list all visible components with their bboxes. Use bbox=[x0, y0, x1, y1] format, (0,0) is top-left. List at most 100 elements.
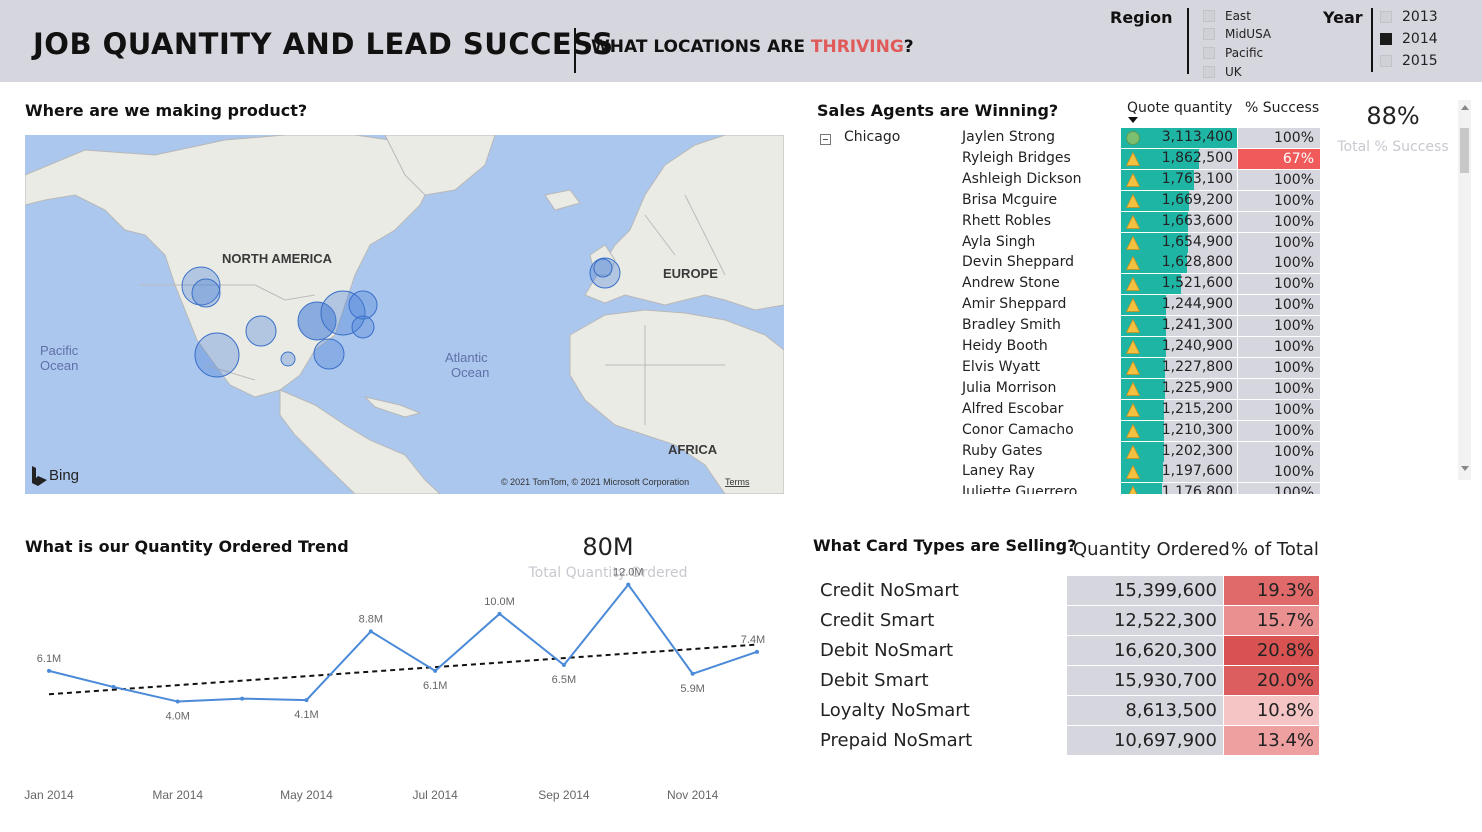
agent-row[interactable]: Elvis Wyatt 1,227,800 100% bbox=[817, 357, 1321, 379]
warning-triangle-icon bbox=[1126, 235, 1140, 250]
agent-row[interactable]: Andrew Stone 1,521,600 100% bbox=[817, 274, 1321, 295]
map-copyright: © 2021 TomTom, © 2021 Microsoft Corporat… bbox=[501, 477, 689, 487]
agent-row[interactable]: Rhett Robles 1,663,600 100% bbox=[817, 211, 1321, 233]
year-option-2014[interactable]: 2014 bbox=[1380, 31, 1438, 47]
data-point[interactable] bbox=[561, 663, 566, 667]
quote-bar: 1,862,500 bbox=[1121, 148, 1237, 169]
scroll-up-icon[interactable] bbox=[1461, 105, 1469, 110]
data-point[interactable] bbox=[497, 611, 502, 616]
agent-row[interactable]: Ashleigh Dickson 1,763,100 100% bbox=[817, 169, 1321, 191]
region-option-east[interactable]: East bbox=[1203, 9, 1251, 23]
data-point[interactable] bbox=[755, 649, 759, 654]
year-option-2013[interactable]: 2013 bbox=[1380, 9, 1438, 25]
agent-row[interactable]: Brisa Mcguire 1,669,200 100% bbox=[817, 190, 1321, 212]
card-type-row[interactable]: Debit Smart 15,930,700 20.0% bbox=[820, 666, 1320, 696]
map-terms-link[interactable]: Terms bbox=[725, 477, 750, 487]
quote-bar: 1,654,900 bbox=[1121, 232, 1237, 253]
checkbox-icon[interactable] bbox=[1203, 47, 1215, 59]
region-option-label: East bbox=[1225, 9, 1251, 23]
map-svg[interactable]: NORTH AMERICA EUROPE AFRICA Pacific Ocea… bbox=[25, 135, 784, 494]
quote-value: 1,176,800 bbox=[1161, 484, 1233, 494]
success-value: 100% bbox=[1238, 399, 1320, 420]
data-point[interactable] bbox=[433, 668, 438, 673]
card-type-row[interactable]: Loyalty NoSmart 8,613,500 10.8% bbox=[820, 696, 1320, 726]
warning-triangle-icon bbox=[1126, 151, 1140, 166]
agent-row[interactable]: Laney Ray 1,197,600 100% bbox=[817, 462, 1321, 483]
agents-matrix[interactable]: Chicago Jaylen Strong 3,113,400 100% Ryleig… bbox=[817, 128, 1321, 494]
data-point[interactable] bbox=[175, 699, 180, 704]
agent-row[interactable]: Ayla Singh 1,654,900 100% bbox=[817, 232, 1321, 254]
year-option-2015[interactable]: 2015 bbox=[1380, 53, 1438, 69]
page-subtitle: WHAT LOCATIONS ARE THRIVING? bbox=[591, 37, 914, 57]
region-option-label: Pacific bbox=[1225, 46, 1264, 60]
card-quantity: 12,522,300 bbox=[1067, 606, 1223, 635]
success-value: 100% bbox=[1238, 169, 1320, 190]
checkbox-icon[interactable] bbox=[1203, 28, 1215, 40]
trend-line-chart[interactable]: 6.1M 4.0M 4.1M 8.8M 6.1M 10.0M 6.5M 12.0M 5.9M 7.… bbox=[0, 560, 790, 820]
location-bubble[interactable] bbox=[280, 351, 296, 367]
agent-row[interactable]: Bradley Smith 1,241,300 100% bbox=[817, 316, 1321, 337]
agent-row[interactable]: Devin Sheppard 1,628,800 100% bbox=[817, 253, 1321, 274]
agent-row[interactable]: Amir Sheppard 1,244,900 100% bbox=[817, 295, 1321, 316]
subtitle-suffix: ? bbox=[903, 37, 914, 57]
scroll-down-icon[interactable] bbox=[1461, 466, 1469, 471]
checkbox-icon[interactable] bbox=[1203, 10, 1215, 22]
x-tick-label: May 2014 bbox=[280, 788, 333, 802]
checkbox-icon[interactable] bbox=[1203, 66, 1215, 78]
col-header-success[interactable]: % Success bbox=[1245, 100, 1319, 116]
card-type-row[interactable]: Prepaid NoSmart 10,697,900 13.4% bbox=[820, 726, 1320, 756]
cards-col-qty[interactable]: Quantity Ordered bbox=[1073, 539, 1230, 560]
region-option-uk[interactable]: UK bbox=[1203, 65, 1242, 79]
location-bubble[interactable] bbox=[313, 338, 345, 370]
data-label: 12.0M bbox=[613, 567, 644, 579]
location-bubble[interactable] bbox=[191, 278, 221, 308]
agent-name: Amir Sheppard bbox=[962, 296, 1067, 313]
map-visual[interactable]: NORTH AMERICA EUROPE AFRICA Pacific Ocea… bbox=[25, 135, 784, 494]
warning-triangle-icon bbox=[1126, 381, 1140, 396]
region-option-midusa[interactable]: MidUSA bbox=[1203, 27, 1271, 41]
agent-row[interactable]: Jaylen Strong 3,113,400 100% bbox=[817, 128, 1321, 149]
cards-col-pct[interactable]: % of Total bbox=[1231, 539, 1319, 560]
agent-row[interactable]: Julia Morrison 1,225,900 100% bbox=[817, 378, 1321, 400]
scroll-thumb[interactable] bbox=[1460, 128, 1469, 173]
card-type-name: Credit NoSmart bbox=[820, 580, 959, 601]
checkbox-icon[interactable] bbox=[1380, 55, 1392, 67]
agent-row[interactable]: Ryleigh Bridges 1,862,500 67% bbox=[817, 148, 1321, 170]
quote-value: 1,244,900 bbox=[1161, 296, 1233, 313]
agent-name: Jaylen Strong bbox=[962, 129, 1055, 145]
quote-bar: 1,227,800 bbox=[1121, 357, 1237, 378]
data-point[interactable] bbox=[368, 629, 373, 634]
agent-row[interactable]: Juliette Guerrero 1,176,800 100% bbox=[817, 483, 1321, 494]
card-type-row[interactable]: Debit NoSmart 16,620,300 20.8% bbox=[820, 636, 1320, 666]
data-point[interactable] bbox=[626, 582, 631, 587]
data-point[interactable] bbox=[111, 684, 116, 689]
agent-row[interactable]: Heidy Booth 1,240,900 100% bbox=[817, 337, 1321, 358]
data-point[interactable] bbox=[47, 668, 51, 673]
agent-row[interactable]: Ruby Gates 1,202,300 100% bbox=[817, 441, 1321, 463]
data-point[interactable] bbox=[240, 696, 245, 701]
col-header-quote[interactable]: Quote quantity bbox=[1127, 100, 1232, 116]
location-bubble[interactable] bbox=[593, 258, 613, 278]
card-type-row[interactable]: Credit NoSmart 15,399,600 19.3% bbox=[820, 576, 1320, 606]
card-quantity: 15,399,600 bbox=[1067, 576, 1223, 605]
warning-triangle-icon bbox=[1126, 193, 1140, 208]
sort-descending-icon[interactable] bbox=[1128, 117, 1138, 123]
quote-bar: 1,202,300 bbox=[1121, 441, 1237, 462]
location-bubble[interactable] bbox=[194, 332, 240, 378]
quote-bar: 1,628,800 bbox=[1121, 253, 1237, 274]
series-line[interactable] bbox=[48, 582, 758, 703]
card-percent: 15.7% bbox=[1224, 606, 1319, 635]
region-option-pacific[interactable]: Pacific bbox=[1203, 46, 1263, 60]
agent-row[interactable]: Alfred Escobar 1,215,200 100% bbox=[817, 399, 1321, 421]
checkbox-icon[interactable] bbox=[1380, 11, 1392, 23]
quote-bar: 1,240,900 bbox=[1121, 337, 1237, 357]
location-bubble[interactable] bbox=[351, 315, 375, 339]
checkbox-checked-icon[interactable] bbox=[1380, 33, 1392, 45]
location-bubble[interactable] bbox=[245, 315, 277, 347]
data-point[interactable] bbox=[690, 671, 695, 676]
card-type-row[interactable]: Credit Smart 12,522,300 15.7% bbox=[820, 606, 1320, 636]
location-bubble[interactable] bbox=[348, 290, 378, 320]
data-point[interactable] bbox=[304, 698, 309, 703]
x-tick-label: Sep 2014 bbox=[538, 788, 590, 802]
agent-row[interactable]: Conor Camacho 1,210,300 100% bbox=[817, 420, 1321, 442]
